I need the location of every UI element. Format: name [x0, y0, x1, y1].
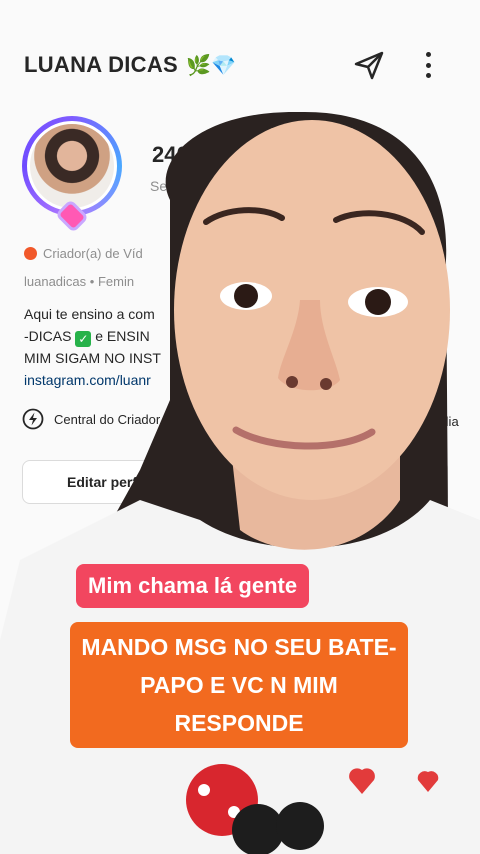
- bio: Aqui te ensino a com -DICAS ✓ e ENSIN MI…: [24, 303, 204, 391]
- creator-badge-icon: [24, 247, 37, 260]
- bio-link[interactable]: instagram.com/luanr: [24, 369, 204, 391]
- handle: luanadicas: [24, 274, 87, 289]
- gender-hint: Femin: [97, 274, 135, 289]
- stat-following-count: 4: [396, 142, 409, 167]
- profile-title: LUANA DICAS 🌿💎: [24, 52, 236, 78]
- share-icon[interactable]: [352, 50, 386, 80]
- check-icon: ✓: [75, 331, 92, 347]
- creator-center-link[interactable]: Central do Criador: [22, 408, 160, 430]
- category-label: Criador(a) de Víd: [43, 246, 143, 261]
- title-emojis: 🌿💎: [186, 54, 236, 77]
- caption-chip-2: MANDO MSG NO SEU BATE-PAPO E VC N MIM RE…: [70, 622, 408, 748]
- bio-line-3: MIM SIGAM NO INST: [24, 350, 161, 366]
- stat-label: Segu: [150, 178, 183, 194]
- avatar[interactable]: [14, 108, 130, 229]
- avatar-ring: [22, 116, 122, 216]
- more-vertical-icon[interactable]: [414, 50, 442, 80]
- top-bar: LUANA DICAS 🌿💎: [0, 38, 480, 94]
- avatar-photo: [27, 121, 117, 211]
- creator-center-label: Central do Criador: [54, 411, 161, 427]
- instagram-icon: [417, 473, 435, 491]
- bio-line-2: -DICAS ✓ e ENSIN: [24, 328, 150, 347]
- familia-label: amília: [424, 414, 459, 429]
- handle-row: luanadicas • Femin: [24, 274, 135, 289]
- stat-posts-count: 240.6: [152, 142, 208, 167]
- caption-chip-1: Mim chama lá gente: [76, 564, 310, 608]
- bio-line-1: Aqui te ensino a com: [24, 306, 155, 322]
- edit-profile-button[interactable]: Editar perfi: [22, 460, 202, 504]
- profile-name: LUANA DICAS: [24, 52, 179, 77]
- bolt-icon: [22, 408, 44, 430]
- category-row: Criador(a) de Víd: [24, 246, 143, 261]
- instagram-button[interactable]: [404, 460, 448, 504]
